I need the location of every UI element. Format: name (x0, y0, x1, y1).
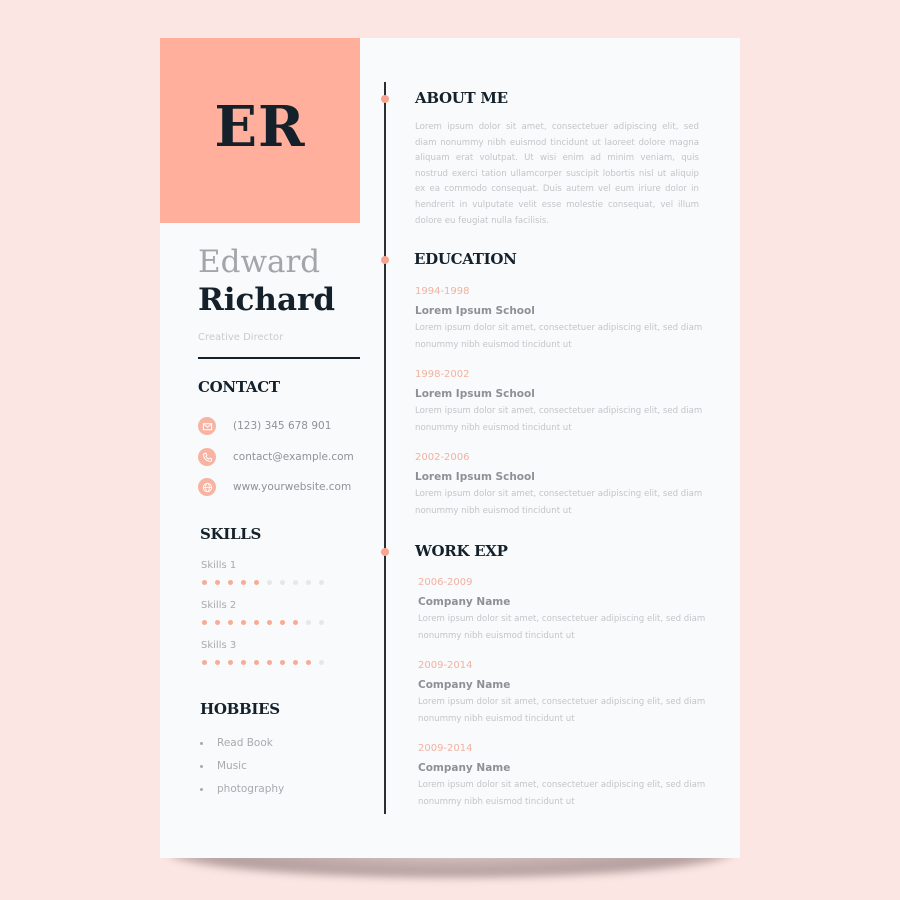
entry-desc: Lorem ipsum dolor sit amet, consectetuer… (418, 697, 706, 724)
skill-label: Skills 2 (201, 600, 237, 611)
contact-heading: CONTACT (198, 378, 280, 396)
hobby-item: Read Book (200, 737, 273, 749)
timeline-dot (381, 256, 389, 264)
skill-rating (202, 660, 324, 665)
bullet-icon (200, 787, 203, 791)
contact-item: www.yourwebsite.com (198, 478, 351, 496)
skill-dot-filled (293, 620, 298, 625)
hobby-text: photography (217, 783, 285, 795)
skill-rating (202, 620, 324, 625)
first-name: Edward (198, 244, 321, 280)
skill-dot-filled (280, 620, 285, 625)
hobbies-heading: HOBBIES (200, 700, 280, 718)
skill-dot-filled (306, 660, 311, 665)
entry-desc: Lorem ipsum dolor sit amet, consectetuer… (418, 780, 706, 807)
skill-dot-empty (293, 580, 298, 585)
skill-dot-empty (280, 580, 285, 585)
job-title: Creative Director (198, 332, 284, 343)
skill-dot-empty (319, 620, 324, 625)
skill-dot-filled (241, 620, 246, 625)
skill-dot-empty (319, 580, 324, 585)
timeline-dot (381, 548, 389, 556)
about-text: Lorem ipsum dolor sit amet, consectetuer… (415, 122, 699, 226)
entry-name: Company Name (418, 596, 511, 608)
entry-desc: Lorem ipsum dolor sit amet, consectetuer… (415, 323, 703, 350)
globe-icon (198, 478, 216, 496)
hobby-item: photography (200, 783, 284, 795)
entry-desc: Lorem ipsum dolor sit amet, consectetuer… (418, 614, 706, 641)
contact-text[interactable]: www.yourwebsite.com (233, 481, 351, 493)
skill-dot-filled (215, 580, 220, 585)
skill-dot-empty (319, 660, 324, 665)
divider (198, 357, 360, 359)
hobby-item: Music (200, 760, 247, 772)
skill-dot-filled (293, 660, 298, 665)
skill-dot-filled (254, 580, 259, 585)
entry-years: 2009-2014 (418, 743, 473, 754)
skill-rating (202, 580, 324, 585)
skill-label: Skills 1 (201, 560, 237, 571)
work-entry: 2009-2014 Company Name Lorem ipsum dolor… (418, 743, 708, 810)
skill-dot-filled (254, 660, 259, 665)
hobby-text: Music (217, 760, 247, 772)
skill-dot-filled (202, 580, 207, 585)
contact-item: (123) 345 678 901 (198, 417, 331, 435)
entry-years: 2009-2014 (418, 660, 473, 671)
hobby-text: Read Book (217, 737, 273, 749)
skill-dot-filled (202, 660, 207, 665)
skill-dot-filled (228, 580, 233, 585)
work-entry: 2009-2014 Company Name Lorem ipsum dolor… (418, 660, 708, 727)
skill-dot-filled (254, 620, 259, 625)
contact-text[interactable]: contact@example.com (233, 451, 354, 463)
entry-desc: Lorem ipsum dolor sit amet, consectetuer… (415, 406, 703, 433)
mail-icon (198, 417, 216, 435)
skill-dot-filled (267, 660, 272, 665)
entry-desc: Lorem ipsum dolor sit amet, consectetuer… (415, 489, 703, 516)
skill-dot-filled (202, 620, 207, 625)
skill-dot-filled (228, 660, 233, 665)
contact-text: (123) 345 678 901 (233, 420, 332, 432)
education-entry: 2002-2006 Lorem Ipsum School Lorem ipsum… (415, 452, 705, 519)
work-heading: WORK EXP (415, 542, 508, 560)
bullet-icon (200, 741, 203, 745)
skills-heading: SKILLS (200, 525, 262, 543)
education-heading: EDUCATION (414, 250, 517, 268)
skill-dot-empty (267, 580, 272, 585)
monogram: ER (214, 93, 306, 160)
education-entry: 1998-2002 Lorem Ipsum School Lorem ipsum… (415, 369, 705, 436)
timeline-line (384, 82, 386, 814)
about-heading: ABOUT ME (415, 89, 508, 107)
entry-years: 1998-2002 (415, 369, 470, 380)
skill-dot-filled (215, 620, 220, 625)
skill-dot-filled (228, 620, 233, 625)
entry-years: 1994-1998 (415, 286, 470, 297)
work-entry: 2006-2009 Company Name Lorem ipsum dolor… (418, 577, 708, 644)
skill-dot-filled (267, 620, 272, 625)
last-name: Richard (198, 282, 336, 318)
skill-dot-filled (241, 580, 246, 585)
skill-dot-filled (215, 660, 220, 665)
phone-icon (198, 448, 216, 466)
resume-page: ER Edward Richard Creative Director CONT… (160, 38, 740, 858)
monogram-block: ER (160, 38, 360, 223)
entry-years: 2006-2009 (418, 577, 473, 588)
skill-dot-filled (241, 660, 246, 665)
skill-dot-empty (306, 580, 311, 585)
entry-name: Lorem Ipsum School (415, 305, 535, 317)
entry-name: Company Name (418, 762, 511, 774)
skill-dot-empty (306, 620, 311, 625)
education-entry: 1994-1998 Lorem Ipsum School Lorem ipsum… (415, 286, 705, 353)
entry-years: 2002-2006 (415, 452, 470, 463)
entry-name: Company Name (418, 679, 511, 691)
bullet-icon (200, 764, 203, 768)
entry-name: Lorem Ipsum School (415, 471, 535, 483)
contact-item: contact@example.com (198, 448, 354, 466)
skill-label: Skills 3 (201, 640, 237, 651)
timeline-dot (381, 95, 389, 103)
entry-name: Lorem Ipsum School (415, 388, 535, 400)
skill-dot-filled (280, 660, 285, 665)
